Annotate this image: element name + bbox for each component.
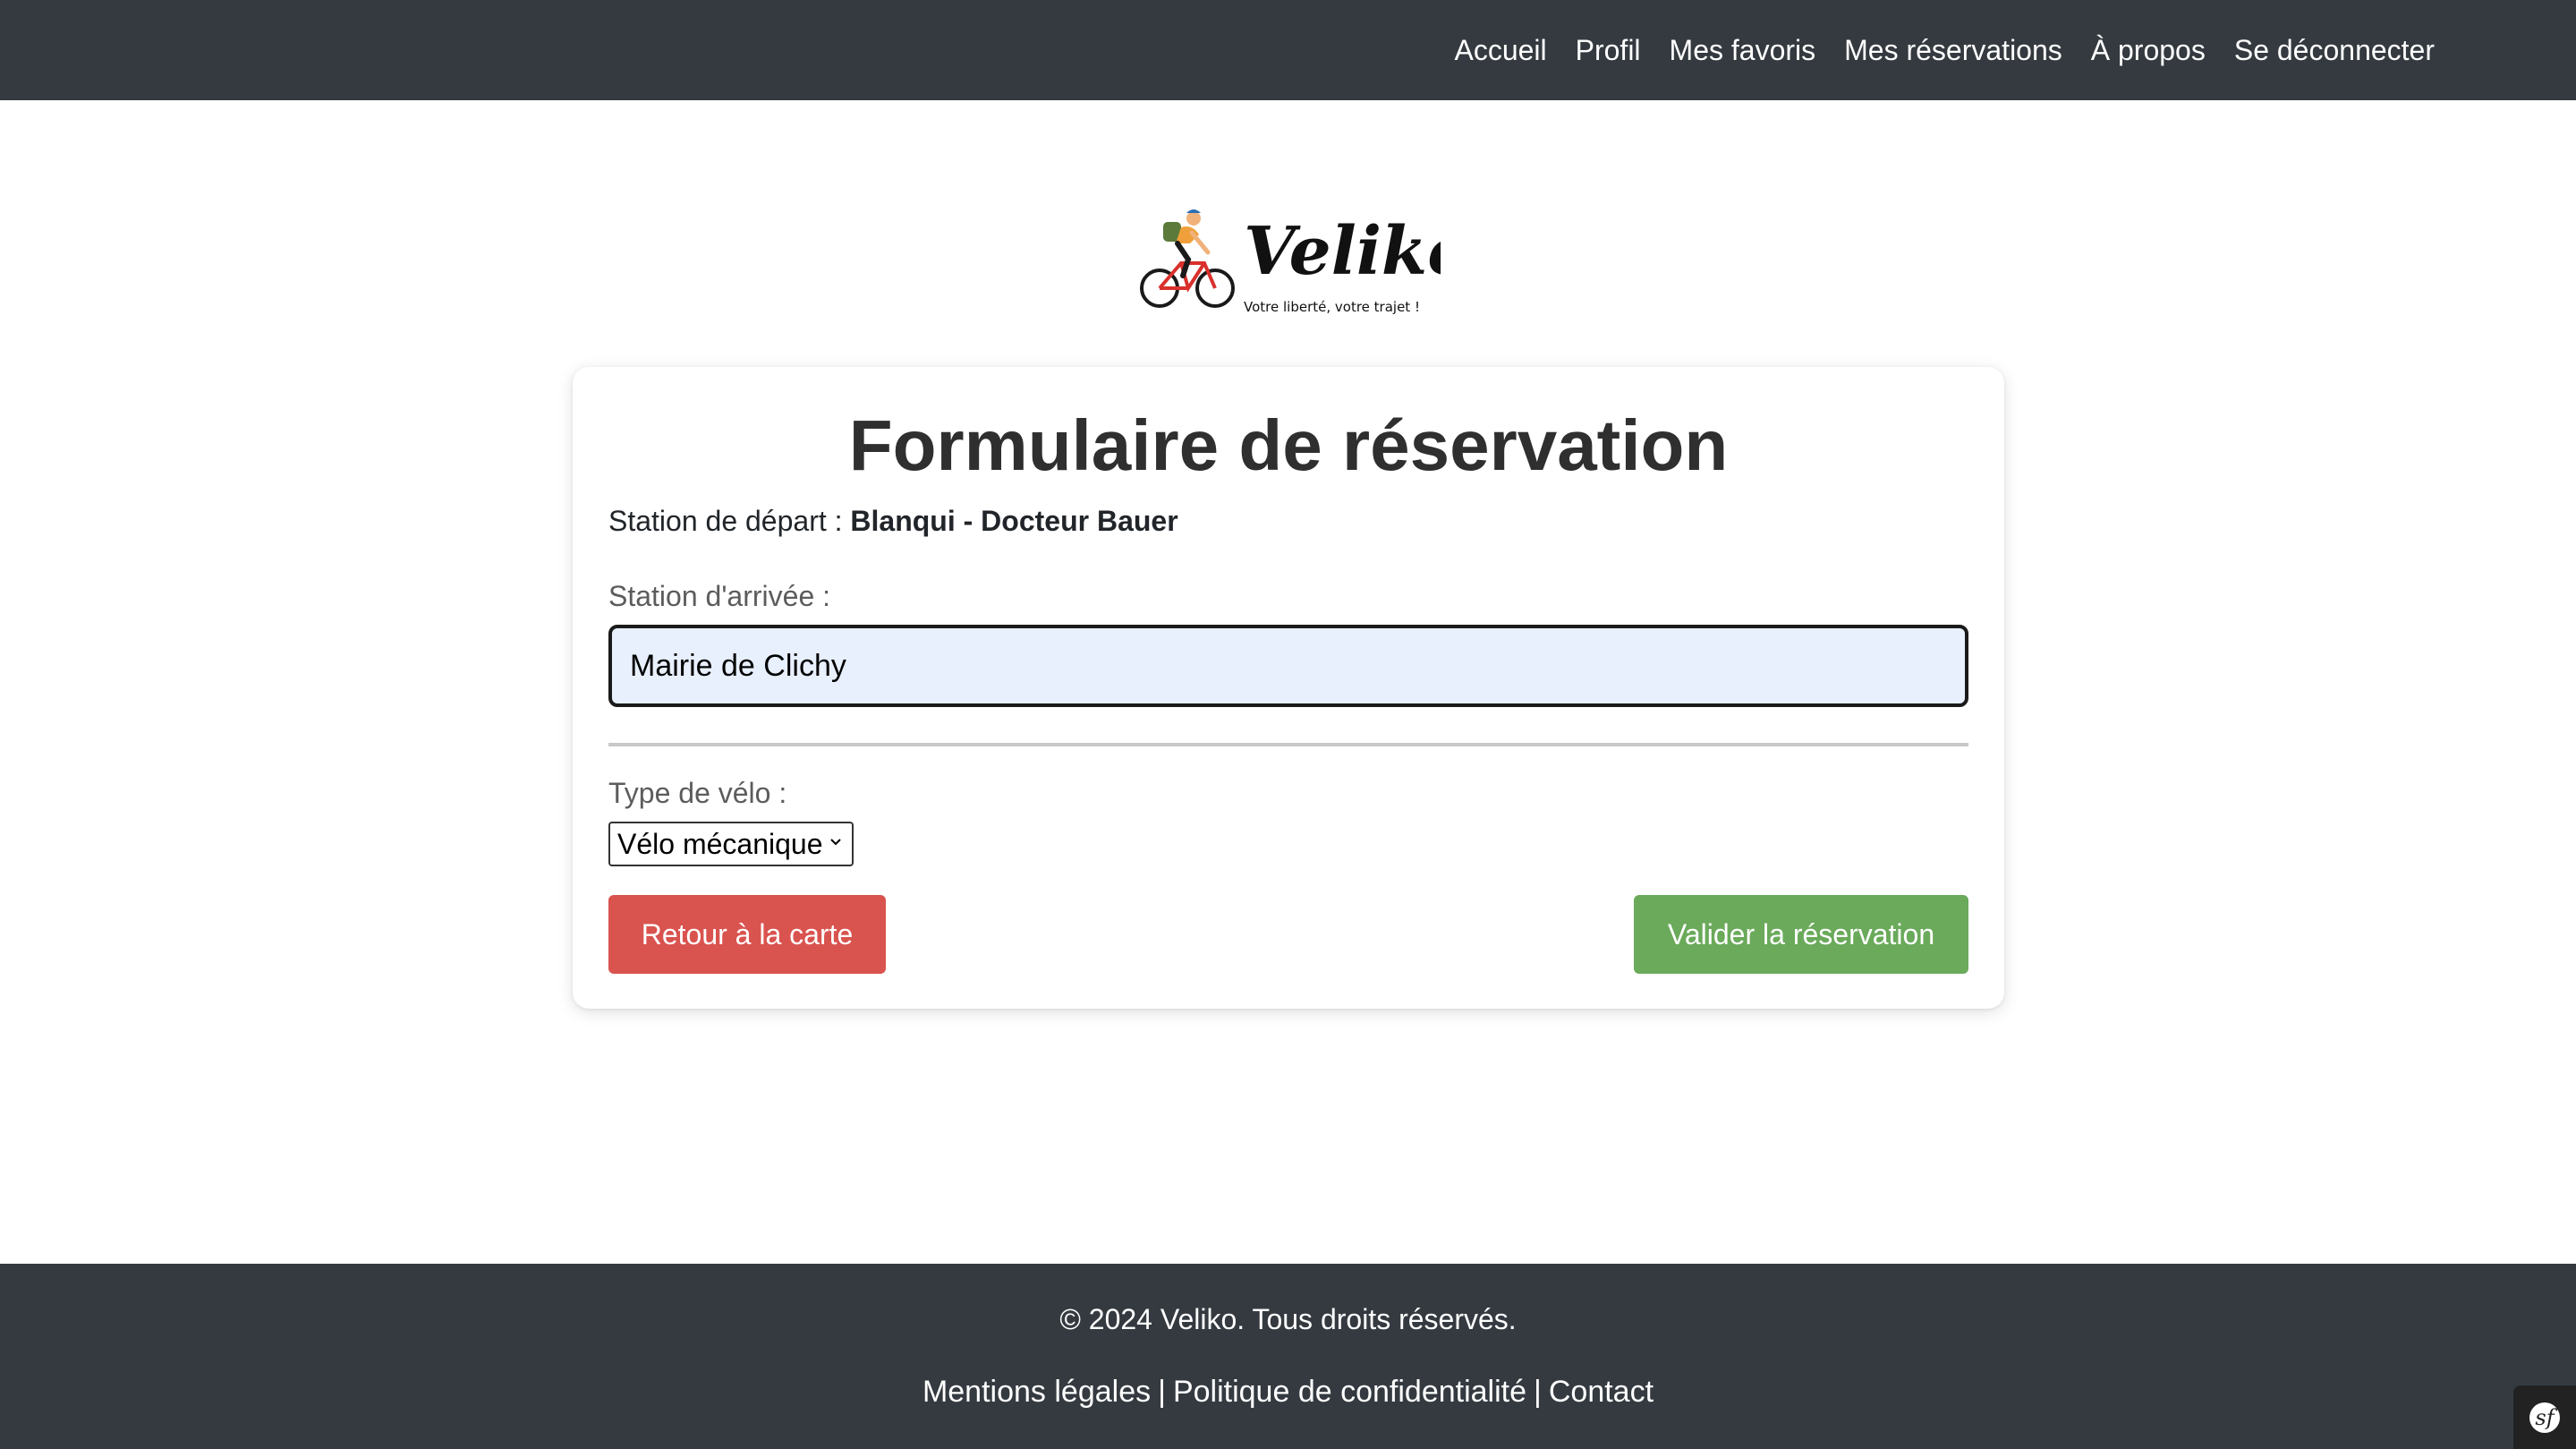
footer: © 2024 Veliko. Tous droits réservés. Men…	[0, 1264, 2576, 1449]
svg-text:Votre liberté, votre trajet !: Votre liberté, votre trajet !	[1244, 299, 1420, 315]
copyright-text: © 2024 Veliko. Tous droits réservés.	[1059, 1303, 1517, 1335]
footer-link-mentions[interactable]: Mentions légales	[922, 1375, 1151, 1409]
reservation-card: Formulaire de réservation Station de dép…	[573, 367, 2004, 1009]
footer-link-privacy[interactable]: Politique de confidentialité	[1173, 1375, 1526, 1409]
bike-type-selected: Vélo mécanique	[617, 827, 823, 860]
departure-station: Station de départ : Blanqui - Docteur Ba…	[608, 505, 1178, 538]
symfony-toolbar-icon[interactable]: sf	[2513, 1385, 2576, 1449]
chevron-down-icon	[830, 839, 841, 846]
nav-link-favoris[interactable]: Mes favoris	[1670, 34, 1816, 67]
bike-type-select[interactable]: Vélo mécanique	[608, 822, 854, 866]
svg-text:Veliko: Veliko	[1244, 213, 1441, 290]
nav-link-accueil[interactable]: Accueil	[1454, 34, 1546, 67]
nav-link-a-propos[interactable]: À propos	[2091, 34, 2206, 67]
divider	[608, 743, 1968, 746]
footer-link-contact[interactable]: Contact	[1549, 1375, 1654, 1409]
departure-label: Station de départ :	[608, 505, 843, 537]
bike-type-label: Type de vélo :	[608, 777, 787, 809]
page-title: Formulaire de réservation	[848, 405, 1729, 485]
nav-links: Accueil Profil Mes favoris Mes réservati…	[1454, 0, 2435, 100]
footer-separator: |	[1534, 1375, 1542, 1409]
top-navbar: Accueil Profil Mes favoris Mes réservati…	[0, 0, 2576, 100]
footer-separator: |	[1158, 1375, 1166, 1409]
nav-link-logout[interactable]: Se déconnecter	[2234, 34, 2435, 67]
departure-value: Blanqui - Docteur Bauer	[850, 505, 1178, 537]
back-to-map-button[interactable]: Retour à la carte	[608, 895, 886, 974]
validate-reservation-button[interactable]: Valider la réservation	[1634, 895, 1968, 974]
arrival-station-input[interactable]	[608, 625, 1968, 707]
nav-link-reservations[interactable]: Mes réservations	[1844, 34, 2062, 67]
footer-links: Mentions légales | Politique de confidenti…	[0, 1375, 2576, 1410]
arrival-label: Station d'arrivée :	[608, 580, 831, 612]
nav-link-profil[interactable]: Profil	[1576, 34, 1641, 67]
veliko-logo: Veliko Votre liberté, votre trajet !	[1136, 204, 1472, 322]
